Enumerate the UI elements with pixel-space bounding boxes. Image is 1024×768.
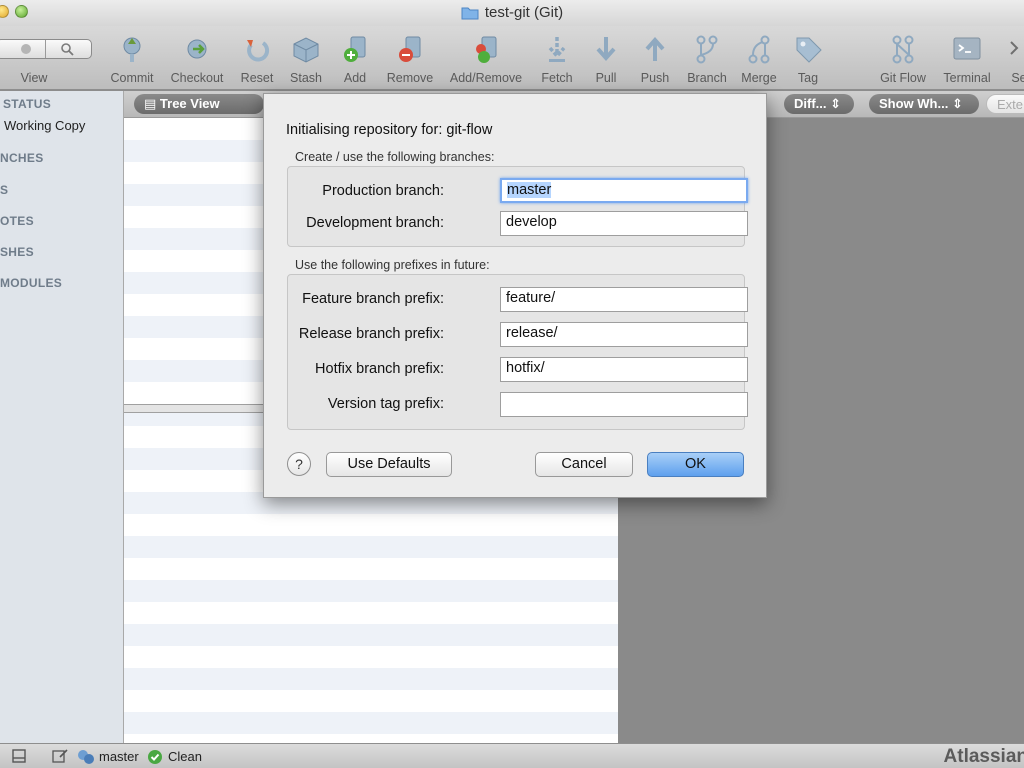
sidebar-section-remotes[interactable]: OTES [0,214,34,228]
external-diff-button[interactable]: Exte [986,94,1024,114]
clean-check-icon [147,749,163,768]
sidebar-item-working-copy[interactable]: Working Copy [4,118,85,133]
toolbar-commit[interactable]: Commit [105,32,159,85]
zoom-button[interactable] [15,5,28,18]
toolbar-git-flow[interactable]: Git Flow [876,32,930,85]
remove-icon [383,32,437,66]
ok-button[interactable]: OK [647,452,744,477]
version-tag-prefix-input[interactable] [500,392,748,417]
settings-icon [1004,32,1024,66]
chevron-updown-icon: ⇕ [948,96,963,111]
git-flow-icon [876,32,930,66]
window-title-text: test-git (Git) [484,4,564,21]
atlassian-logo: Atlassian [943,746,1024,767]
merge-icon [738,32,780,66]
sidebar-section-stashes[interactable]: SHES [0,245,34,259]
sidebar-section-tags[interactable]: S [0,183,8,197]
prefixes-group: Feature branch prefix: feature/ Release … [287,274,748,430]
dialog-title: Initialising repository for: git-flow [286,122,493,138]
sidebar: STATUS Working Copy NCHES S OTES SHES MO… [0,91,124,743]
branches-caption: Create / use the following branches: [295,150,495,164]
checkout-icon [166,32,228,66]
tag-icon [790,32,826,66]
toolbar-view[interactable]: View [14,66,54,85]
use-defaults-button[interactable]: Use Defaults [326,452,452,477]
branches-group: Production branch: master Development br… [287,166,748,247]
cancel-button[interactable]: Cancel [535,452,633,477]
toolbar-fetch[interactable]: Fetch [538,32,576,85]
terminal-icon [938,32,996,66]
minimize-button[interactable] [0,5,9,18]
chevron-updown-icon: ⇕ [826,96,842,111]
tree-view-button[interactable]: ▤ Tree View [134,94,264,114]
folder-icon [461,6,479,20]
toolbar-view-label: View [20,71,48,85]
tree-view-icon: ▤ [144,96,160,111]
push-icon [638,32,672,66]
hotfix-prefix-label: Hotfix branch prefix: [315,361,444,377]
toolbar-push[interactable]: Push [638,32,672,85]
working-copy-state: Clean [168,749,202,764]
current-branch: master [99,749,139,764]
branch-icon [684,32,730,66]
commit-icon [105,32,159,66]
toolbar-add-remove[interactable]: Add/Remove [444,32,528,85]
toolbar-stash[interactable]: Stash [285,32,327,85]
toolbar-settings[interactable]: Se [1004,32,1024,85]
reset-icon [236,32,278,66]
toolbar-terminal[interactable]: Terminal [938,32,996,85]
sidebar-section-status[interactable]: STATUS [3,97,51,111]
main-toolbar: View Commit Checkout Reset Stash Add Rem… [0,26,1024,90]
version-tag-prefix-label: Version tag prefix: [327,396,444,412]
feature-prefix-input[interactable]: feature/ [500,287,748,312]
production-branch-label: Production branch: [322,183,444,199]
window-title: test-git (Git) [461,4,563,21]
stash-icon [285,32,327,66]
view-toggle-icon [21,44,31,54]
search-icon [60,42,74,59]
diff-select[interactable]: Diff... ⇕ [784,94,854,114]
pull-icon [590,32,622,66]
toolbar-merge[interactable]: Merge [738,32,780,85]
help-button[interactable]: ? [287,452,311,476]
toolbar-branch[interactable]: Branch [684,32,730,85]
view-segmented-control[interactable] [0,39,92,59]
toolbar-remove[interactable]: Remove [383,32,437,85]
toolbar-pull[interactable]: Pull [590,32,622,85]
add-icon [336,32,374,66]
prefixes-caption: Use the following prefixes in future: [295,258,490,272]
release-prefix-label: Release branch prefix: [298,326,444,342]
sidebar-section-branches[interactable]: NCHES [0,151,44,165]
production-branch-input[interactable]: master [500,178,748,203]
toolbar-reset[interactable]: Reset [236,32,278,85]
sidebar-section-submodules[interactable]: MODULES [0,276,62,290]
add-remove-icon [444,32,528,66]
development-branch-input[interactable]: develop [500,211,748,236]
toolbar-add[interactable]: Add [336,32,374,85]
toolbar-tag[interactable]: Tag [790,32,826,85]
status-bar: master Clean Atlassian [0,743,1024,768]
toolbar-checkout[interactable]: Checkout [166,32,228,85]
repo-name: git-flow [446,122,493,138]
development-branch-label: Development branch: [306,215,444,231]
branch-status-icon [77,749,95,768]
feature-prefix-label: Feature branch prefix: [302,291,444,307]
show-what-select[interactable]: Show Wh... ⇕ [869,94,979,114]
title-bar: test-git (Git) [0,0,1024,26]
fetch-icon [538,32,576,66]
sidebar-toggle-icon[interactable] [12,749,26,766]
hotfix-prefix-input[interactable]: hotfix/ [500,357,748,382]
release-prefix-input[interactable]: release/ [500,322,748,347]
git-flow-init-dialog: Initialising repository for: git-flow Cr… [263,93,767,498]
edit-icon[interactable] [52,749,68,766]
